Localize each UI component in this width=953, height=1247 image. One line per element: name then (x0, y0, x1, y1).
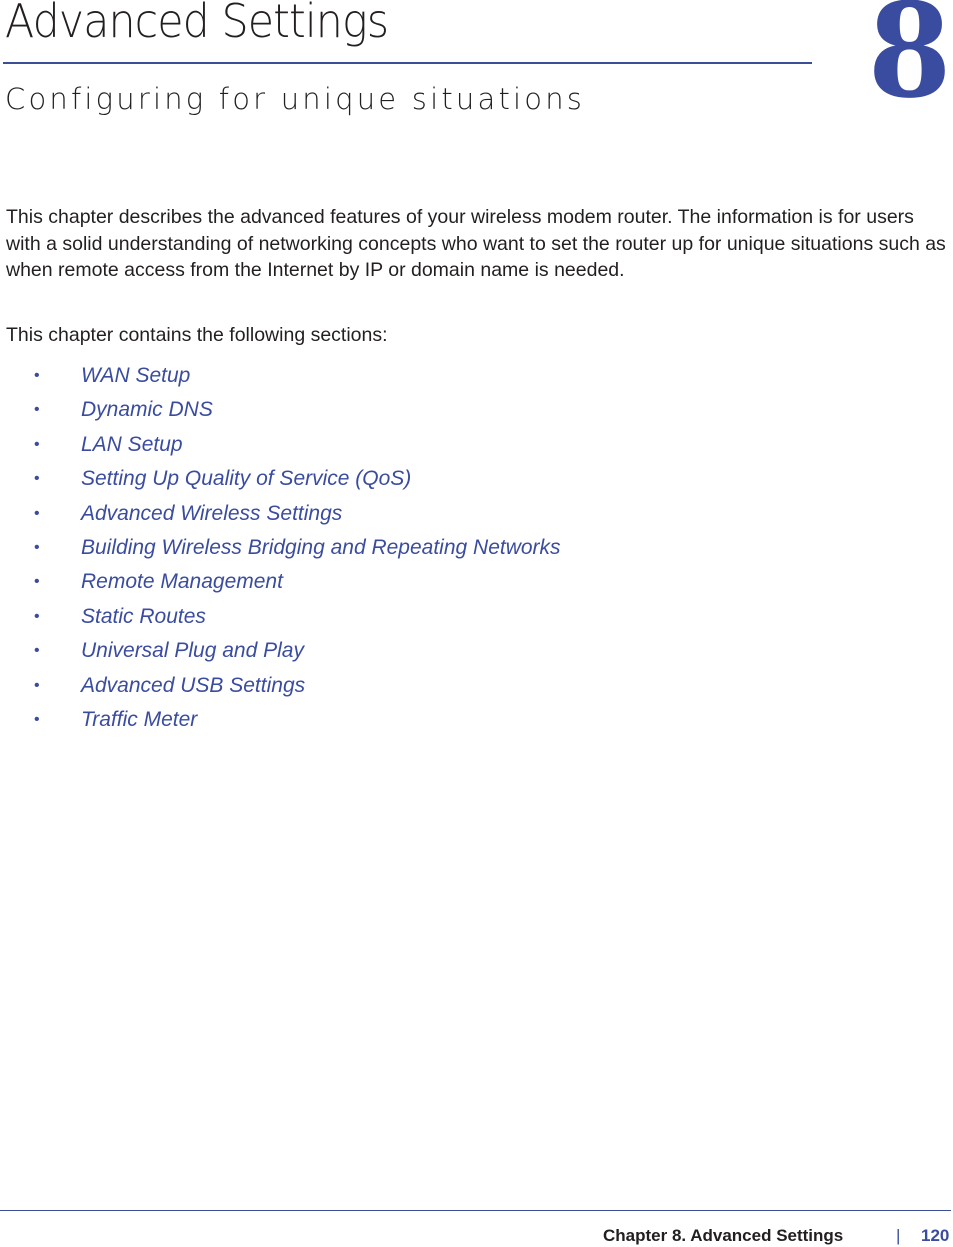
section-link-static-routes[interactable]: Static Routes (81, 603, 206, 631)
bullet-icon: • (34, 642, 40, 660)
bullet-icon: • (34, 401, 40, 419)
section-link-bridging[interactable]: Building Wireless Bridging and Repeating… (81, 534, 561, 562)
bullet-icon: • (34, 710, 40, 728)
title-rule (3, 62, 812, 64)
section-link-upnp[interactable]: Universal Plug and Play (81, 637, 304, 665)
footer-chapter-label: Chapter 8. Advanced Settings (603, 1226, 844, 1245)
bullet-icon: • (34, 538, 40, 556)
page-number: 120 (921, 1226, 950, 1245)
bullet-icon: • (34, 470, 40, 488)
section-link-lan-setup[interactable]: LAN Setup (81, 431, 183, 459)
section-link-traffic-meter[interactable]: Traffic Meter (81, 706, 197, 734)
chapter-title: Advanced Settings (5, 0, 389, 48)
section-link-wan-setup[interactable]: WAN Setup (81, 362, 190, 390)
bullet-icon: • (34, 573, 40, 591)
bullet-icon: • (34, 607, 40, 625)
section-link-dynamic-dns[interactable]: Dynamic DNS (81, 396, 213, 424)
sections-intro: This chapter contains the following sect… (6, 324, 388, 346)
section-link-qos[interactable]: Setting Up Quality of Service (QoS) (81, 465, 411, 493)
section-link-advanced-wireless[interactable]: Advanced Wireless Settings (81, 500, 342, 528)
bullet-icon: • (34, 676, 40, 694)
footer-separator: | (896, 1226, 901, 1245)
chapter-subtitle: Configuring for unique situations (5, 82, 586, 116)
bullet-icon: • (34, 435, 40, 453)
section-link-remote-management[interactable]: Remote Management (81, 568, 283, 596)
footer-rule (0, 1210, 951, 1211)
chapter-number: 8 (868, 0, 952, 127)
bullet-icon: • (34, 367, 40, 384)
bullet-icon: • (34, 504, 40, 522)
section-link-usb-settings[interactable]: Advanced USB Settings (81, 672, 305, 700)
intro-paragraph: This chapter describes the advanced feat… (6, 206, 946, 281)
